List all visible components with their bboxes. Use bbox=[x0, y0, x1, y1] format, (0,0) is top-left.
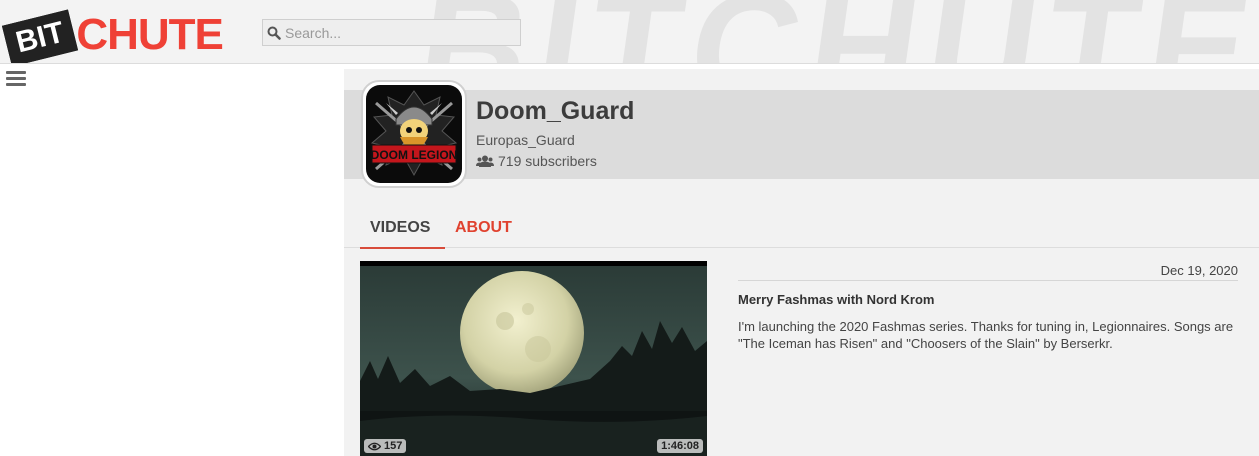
tab-videos[interactable]: VIDEOS bbox=[360, 219, 445, 249]
avatar-image: DOOM LEGION bbox=[366, 85, 462, 183]
channel-tabs: VIDEOS ABOUT bbox=[344, 210, 1259, 249]
channel-main-panel: DOOM LEGION Doom_Guard Europas_Guard 719… bbox=[344, 69, 1259, 456]
channel-name[interactable]: Doom_Guard bbox=[476, 97, 634, 126]
logo-bit-text: BIT bbox=[1, 9, 79, 63]
video-date: Dec 19, 2020 bbox=[738, 263, 1238, 281]
search-box[interactable] bbox=[262, 19, 521, 46]
hamburger-menu-icon[interactable] bbox=[6, 71, 26, 89]
video-title[interactable]: Merry Fashmas with Nord Krom bbox=[738, 292, 935, 307]
bitchute-logo[interactable]: BIT CHUTE bbox=[1, 9, 224, 63]
subscriber-count: 719 subscribers bbox=[476, 153, 597, 169]
subscriber-count-text: 719 subscribers bbox=[498, 153, 597, 169]
view-count-badge: 157 bbox=[364, 439, 407, 453]
video-description: I'm launching the 2020 Fashmas series. T… bbox=[738, 319, 1234, 351]
video-duration: 1:46:08 bbox=[657, 439, 703, 453]
channel-avatar[interactable]: DOOM LEGION bbox=[361, 80, 467, 188]
top-header: BITCHUTE BIT CHUTE bbox=[0, 0, 1259, 64]
logo-chute-text: CHUTE bbox=[76, 10, 224, 59]
header-watermark: BITCHUTE bbox=[408, 0, 1259, 63]
thumbnail-image bbox=[360, 261, 707, 456]
eye-icon bbox=[368, 442, 381, 450]
tab-about[interactable]: ABOUT bbox=[455, 219, 512, 237]
video-thumbnail[interactable]: 157 1:46:08 bbox=[360, 261, 707, 456]
users-icon bbox=[476, 155, 494, 167]
channel-owner[interactable]: Europas_Guard bbox=[476, 132, 575, 148]
view-count: 157 bbox=[384, 440, 403, 452]
search-input[interactable] bbox=[285, 20, 515, 45]
search-icon[interactable] bbox=[263, 20, 285, 45]
avatar-banner-text: DOOM LEGION bbox=[371, 148, 458, 162]
